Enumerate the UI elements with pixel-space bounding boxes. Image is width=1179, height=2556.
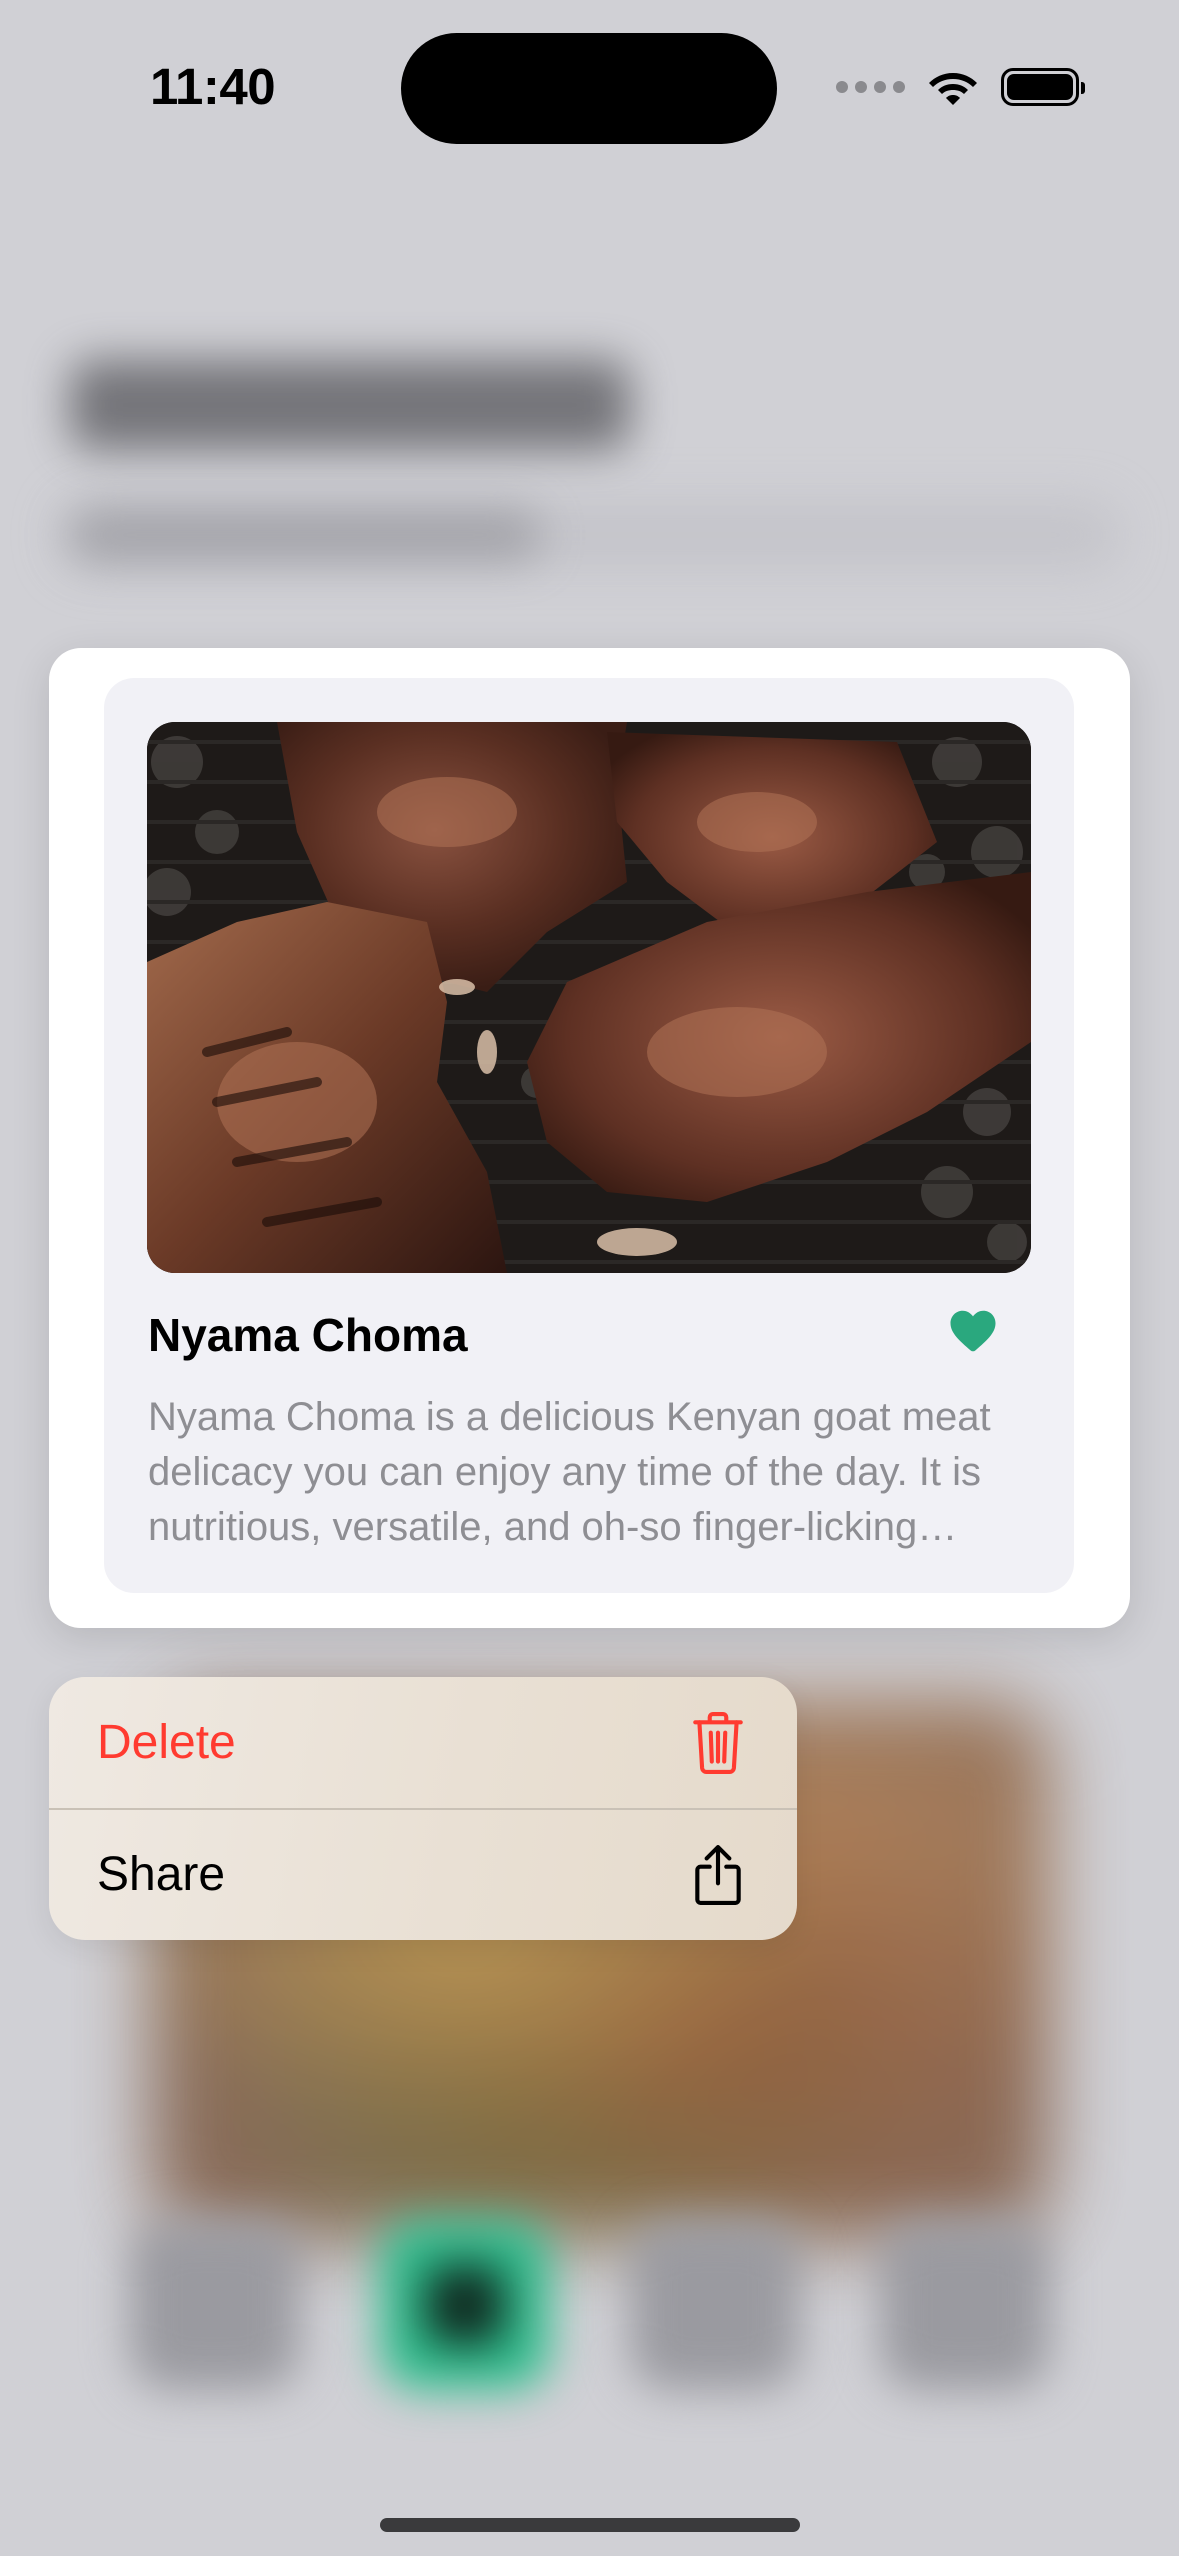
background-title-blur [70,360,630,450]
status-time: 11:40 [150,58,276,115]
context-preview-card: Nyama Choma Nyama Choma is a delicious K… [49,648,1130,1628]
dynamic-island [401,33,777,144]
context-menu: Delete Share [49,1677,797,1940]
recipe-title: Nyama Choma [148,1309,468,1361]
menu-item-label: Delete [97,1716,236,1769]
menu-item-share[interactable]: Share [49,1809,797,1940]
background-tab-blur [630,2220,800,2390]
status-icons [836,62,1085,112]
menu-item-label: Share [97,1848,226,1901]
background-tab-blur [380,2220,550,2390]
heart-icon[interactable] [946,1304,1000,1358]
background-tab-blur [130,2220,300,2390]
home-indicator[interactable] [380,2518,800,2532]
background-tab-blur [880,2220,1050,2390]
trash-icon [693,1711,743,1774]
recipe-card[interactable]: Nyama Choma Nyama Choma is a delicious K… [104,678,1074,1593]
share-icon [695,1844,741,1905]
recipe-image [147,722,1031,1273]
cellular-signal-icon [836,81,905,93]
menu-item-delete[interactable]: Delete [49,1677,797,1808]
recipe-description: Nyama Choma is a delicious Kenyan goat m… [148,1395,991,1549]
wifi-icon [929,73,977,105]
grilled-meat-photo [147,722,1031,1273]
background-subtitle-blur [70,510,540,560]
battery-icon [1001,68,1085,106]
